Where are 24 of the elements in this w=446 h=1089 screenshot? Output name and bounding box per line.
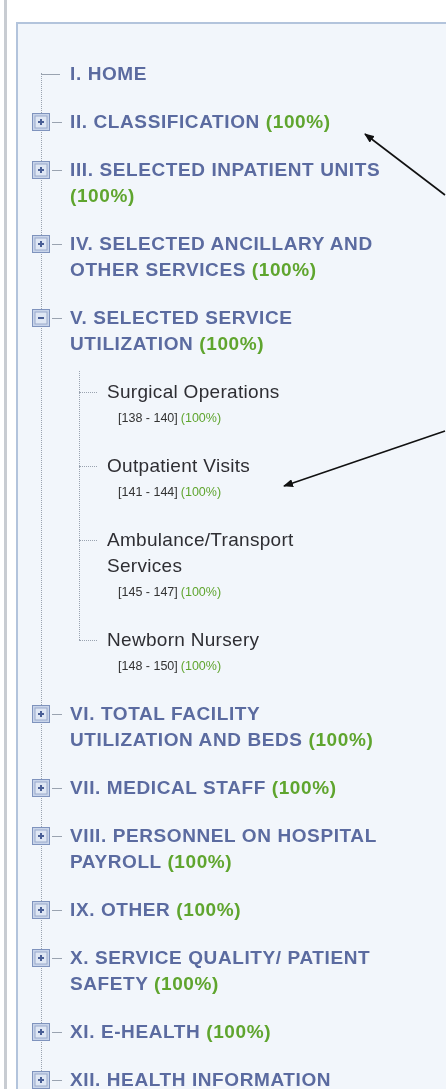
section-link[interactable]: IX. OTHER (100%) — [70, 897, 386, 923]
subsection-link[interactable]: Ambulance/Transport Services — [107, 527, 357, 579]
section-link[interactable]: IV. SELECTED ANCILLARY AND OTHER SERVICES (100%) — [70, 231, 386, 283]
section-link[interactable]: VIII. PERSONNEL ON HOSPITAL PAYROLL (100%) — [70, 823, 386, 875]
section-link[interactable]: I. HOME — [70, 61, 386, 87]
section-link[interactable]: VII. MEDICAL STAFF (100%) — [70, 775, 386, 801]
item-range: [141 - 144] — [118, 485, 178, 499]
section-link[interactable]: X. SERVICE QUALITY/ PATIENT SAFETY (100%) — [70, 945, 386, 997]
completion-percent: (100%) — [180, 485, 222, 499]
subsection-link[interactable]: Newborn Nursery — [107, 627, 357, 653]
subsection-link[interactable]: Outpatient Visits — [107, 453, 357, 479]
section-link[interactable]: XI. E-HEALTH (100%) — [70, 1019, 386, 1045]
item-range: [138 - 140] — [118, 411, 178, 425]
section-link[interactable]: II. CLASSIFICATION (100%) — [70, 109, 386, 135]
completion-percent: (100%) — [180, 585, 222, 599]
section-link[interactable]: V. SELECTED SERVICE UTILIZATION (100%) — [70, 305, 386, 357]
section-link[interactable]: VI. TOTAL FACILITY UTILIZATION AND BEDS (100%) — [70, 701, 386, 753]
section-link[interactable]: XII. HEALTH INFORMATION — [70, 1067, 386, 1089]
item-range: [148 - 150] — [118, 659, 178, 673]
completion-percent: (100%) — [180, 411, 222, 425]
section-link[interactable]: III. SELECTED INPATIENT UNITS (100%) — [70, 157, 386, 209]
completion-percent: (100%) — [180, 659, 222, 673]
subsection-link[interactable]: Surgical Operations — [107, 379, 357, 405]
item-range: [145 - 147] — [118, 585, 178, 599]
